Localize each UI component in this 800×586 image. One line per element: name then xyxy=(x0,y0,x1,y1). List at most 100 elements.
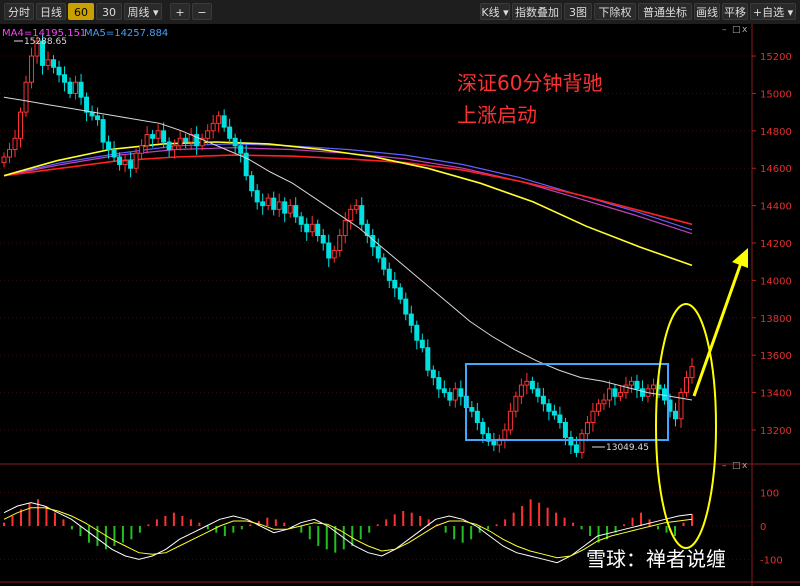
candle-body xyxy=(573,444,579,453)
candle-body xyxy=(227,126,233,139)
candle-body xyxy=(353,205,359,210)
y-tick-label: 14600 xyxy=(760,164,792,175)
candle-body xyxy=(441,388,447,394)
y-tick-label: 13600 xyxy=(760,351,792,362)
candle-body xyxy=(221,115,227,128)
period-button-0[interactable]: 分时 xyxy=(4,3,34,20)
candle-body xyxy=(359,205,365,225)
candle-body xyxy=(161,130,167,143)
candle-body xyxy=(408,313,414,326)
macd-panel-minimize-button[interactable]: – xyxy=(722,461,727,471)
toolbar-right-button-1[interactable]: 指数叠加 ▾ xyxy=(512,3,562,36)
candle-body xyxy=(100,119,106,143)
period-button-3[interactable]: 30分 xyxy=(96,3,122,36)
candle-body xyxy=(111,149,117,158)
candle-body xyxy=(18,111,24,139)
candle-body xyxy=(139,145,145,154)
zoom-in-button[interactable]: + xyxy=(170,3,190,20)
candle-body xyxy=(144,134,150,147)
candle-body xyxy=(12,137,18,151)
candle-body xyxy=(205,130,211,139)
candle-body xyxy=(51,59,57,68)
candle-body xyxy=(601,399,607,405)
candle-body xyxy=(293,205,299,218)
toolbar-right-button-2[interactable]: 3图 ▾ xyxy=(564,3,592,36)
candle-body xyxy=(584,421,590,435)
main-panel-restore-button[interactable]: □ xyxy=(732,25,741,35)
y-tick-label: 14800 xyxy=(760,127,792,138)
candle-body xyxy=(474,410,480,423)
candle-body xyxy=(579,433,585,453)
candle-body xyxy=(678,392,684,420)
candle-body xyxy=(298,216,304,225)
candle-body xyxy=(606,388,612,401)
candle-body xyxy=(210,122,216,132)
candle-body xyxy=(29,55,35,83)
period-button-2[interactable]: 60分 xyxy=(68,3,94,36)
candle-body xyxy=(276,201,282,210)
candle-body xyxy=(150,134,156,139)
period-button-1[interactable]: 日线 xyxy=(36,3,66,20)
candle-body xyxy=(568,436,574,446)
candle-body xyxy=(381,257,387,270)
candle-body xyxy=(551,410,557,416)
zoom-out-button[interactable]: − xyxy=(192,3,212,20)
toolbar-right-button-5[interactable]: 画线 xyxy=(694,3,720,20)
macd-tick-label: 0 xyxy=(760,522,766,533)
high-price-label: 15288.65 xyxy=(24,37,67,47)
candle-body xyxy=(271,197,277,210)
chart-area: 13200 13400 13600 13800 14000 14200 14400 14600… xyxy=(0,24,800,586)
candle-body xyxy=(320,235,326,244)
candle-body xyxy=(326,242,332,259)
candle-body xyxy=(452,388,458,401)
candle-body xyxy=(238,145,244,154)
candle-body xyxy=(375,246,381,259)
candle-body xyxy=(661,388,667,401)
macd-panel-restore-button[interactable]: □ xyxy=(732,461,741,471)
candle-body xyxy=(650,384,656,390)
macd-panel-close-button[interactable]: x xyxy=(742,461,748,471)
candle-body xyxy=(177,137,183,147)
candle-body xyxy=(254,190,260,203)
candle-body xyxy=(672,410,678,420)
candle-body xyxy=(1,156,7,164)
toolbar-right-button-4[interactable]: 普通坐标 ▾ xyxy=(638,3,692,36)
candle-body xyxy=(524,380,530,386)
y-tick-label: 14000 xyxy=(760,276,792,287)
candle-body xyxy=(128,160,134,169)
main-panel-minimize-button[interactable]: – xyxy=(722,25,727,35)
candle-body xyxy=(249,175,255,192)
candle-body xyxy=(265,197,271,207)
candle-body xyxy=(386,268,392,281)
candle-body xyxy=(117,156,123,165)
y-tick-label: 13800 xyxy=(760,314,792,325)
candle-body xyxy=(183,137,189,143)
candle-body xyxy=(430,369,436,379)
candle-body xyxy=(45,59,51,66)
candle-body xyxy=(419,339,425,349)
toolbar-right-button-7[interactable]: +自选 ▾ xyxy=(750,3,796,20)
candle-body xyxy=(480,421,486,435)
period-button-4[interactable]: 周线 ▾ xyxy=(124,3,162,20)
grid: 13200 13400 13600 13800 14000 14200 14400 14600… xyxy=(0,24,800,586)
y-tick-label: 14400 xyxy=(760,202,792,213)
candle-body xyxy=(469,407,475,412)
toolbar: 分时日线60分30分周线 ▾ +− K线 ▾指数叠加 ▾3图 ▾下除权 ▾普通坐标 … xyxy=(0,0,800,36)
candle-body xyxy=(106,141,112,151)
candle-body xyxy=(243,152,249,177)
candle-body xyxy=(172,145,178,151)
low-price-label: 13049.45 xyxy=(606,443,649,453)
main-panel-close-button[interactable]: x xyxy=(742,25,748,35)
ma-legend-item: MA5=14257.884 xyxy=(84,28,168,39)
candle-body xyxy=(56,66,62,76)
candle-body xyxy=(491,440,497,446)
toolbar-right-button-6[interactable]: 平移 xyxy=(722,3,748,20)
candle-body xyxy=(287,205,293,214)
toolbar-right-button-3[interactable]: 下除权 ▾ xyxy=(594,3,636,36)
candle-body xyxy=(689,365,695,379)
annotation-line-2: 上涨启动 xyxy=(457,103,537,127)
toolbar-right-button-0[interactable]: K线 ▾ xyxy=(480,3,510,20)
candle-body xyxy=(634,380,640,390)
candle-body xyxy=(628,380,634,386)
candle-body xyxy=(513,395,519,412)
